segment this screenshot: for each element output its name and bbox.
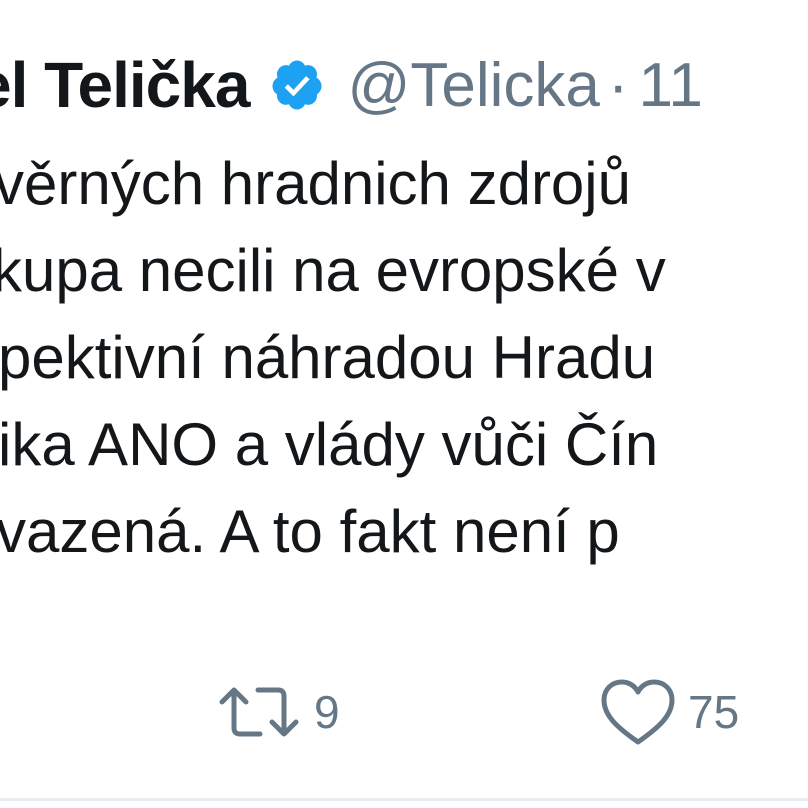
tweet-text-line: věrných hradnich zdrojů xyxy=(0,150,632,217)
author-name[interactable]: el Telička xyxy=(0,48,250,122)
tweet-card: el Telička @Telicka · 11 věrných hradnic… xyxy=(0,0,808,808)
retweet-count: 9 xyxy=(314,686,340,738)
verified-badge-icon xyxy=(269,57,325,113)
tweet-text-line: ika ANO a vlády vůči Čín xyxy=(0,411,659,478)
like-button[interactable]: 75 xyxy=(598,672,739,752)
tweet-text: věrných hradnich zdrojů kupa necili na e… xyxy=(0,140,808,575)
divider xyxy=(0,798,808,801)
tweet-actions: 9 75 xyxy=(0,672,808,752)
tweet-text-line: pektivní náhradou Hradu xyxy=(0,324,656,391)
tweet-header: el Telička @Telicka · 11 xyxy=(0,40,808,130)
like-count: 75 xyxy=(688,686,740,738)
heart-icon xyxy=(601,679,675,745)
author-handle[interactable]: @Telicka xyxy=(347,50,599,121)
retweet-button[interactable]: 9 xyxy=(214,672,340,752)
tweet-timestamp[interactable]: 11 xyxy=(639,50,703,121)
tweet-text-line: vazená. A to fakt není p xyxy=(0,498,620,565)
tweet-text-line: kupa necili na evropské v xyxy=(0,237,666,304)
separator-dot: · xyxy=(607,50,629,120)
retweet-icon xyxy=(219,687,299,737)
